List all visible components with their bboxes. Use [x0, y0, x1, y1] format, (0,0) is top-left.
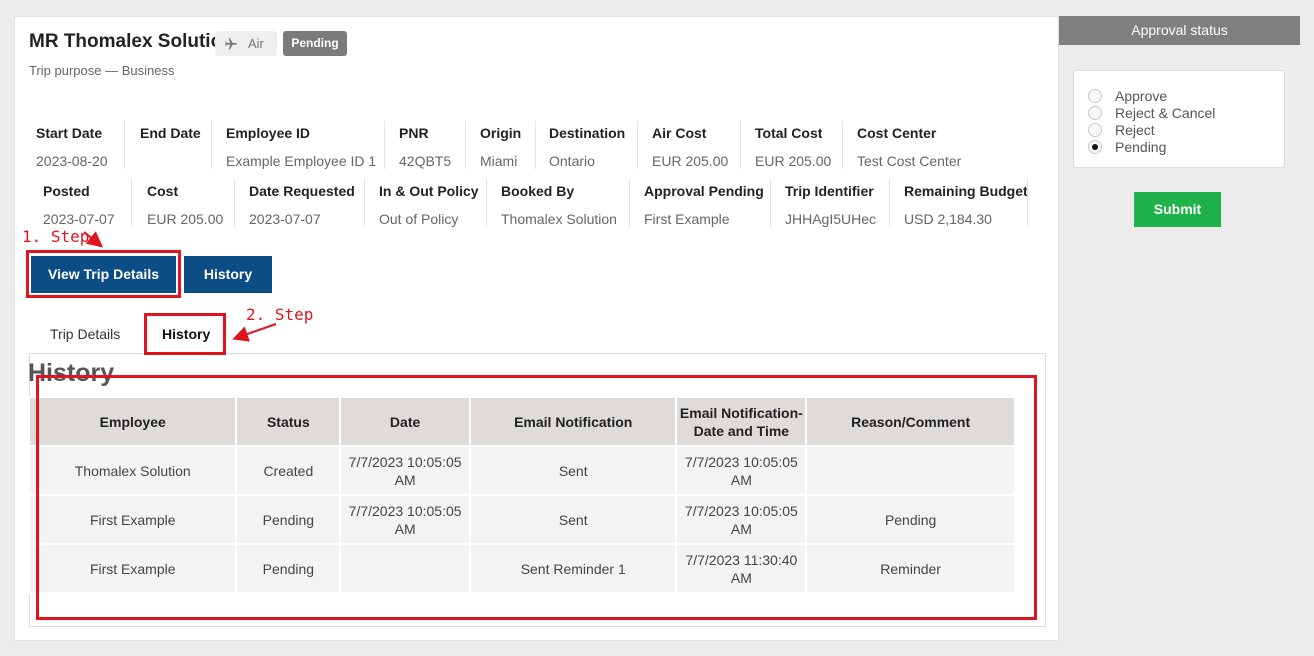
airplane-icon — [225, 37, 237, 49]
field-cost: Cost EUR 205.00 — [147, 183, 224, 227]
field-cost-center: Cost Center Test Cost Center — [857, 125, 962, 169]
field-start-date: Start Date 2023-08-20 — [36, 125, 108, 169]
radio-reject-cancel[interactable]: Reject & Cancel — [1088, 104, 1284, 121]
submit-button[interactable]: Submit — [1134, 192, 1221, 227]
trip-title: MR Thomalex Solution — [29, 31, 234, 52]
field-policy: In & Out Policy Out of Policy — [379, 183, 479, 227]
field-destination: Destination Ontario — [549, 125, 626, 169]
step1-highlight — [26, 250, 181, 298]
step2-highlight — [144, 313, 226, 355]
field-approval-pending: Approval Pending First Example — [644, 183, 764, 227]
status-badge: Pending — [283, 31, 347, 56]
step1-label: 1. Step — [22, 227, 90, 246]
field-posted: Posted 2023-07-07 — [43, 183, 115, 227]
radio-approve[interactable]: Approve — [1088, 87, 1284, 104]
radio-circle-icon[interactable] — [1088, 105, 1102, 120]
field-origin: Origin Miami — [480, 125, 522, 169]
trip-purpose: Trip purpose — Business — [29, 63, 175, 78]
field-date-requested: Date Requested 2023-07-07 — [249, 183, 355, 227]
field-pnr: PNR 42QBT5 — [399, 125, 452, 169]
radio-pending[interactable]: Pending — [1088, 138, 1284, 155]
radio-checked-icon[interactable] — [1088, 139, 1102, 154]
radio-circle-icon[interactable] — [1088, 122, 1102, 137]
approval-panel: Approval status Approve Reject & Cancel … — [1059, 16, 1300, 641]
radio-circle-icon[interactable] — [1088, 88, 1102, 103]
field-trip-identifier: Trip Identifier JHHAgI5UHec — [785, 183, 877, 227]
history-highlight — [36, 375, 1037, 620]
field-remaining-budget: Remaining Budget USD 2,184.30 — [904, 183, 1028, 227]
field-employee-id: Employee ID Example Employee ID 1 — [226, 125, 377, 169]
field-end-date: End Date — [140, 125, 201, 141]
mode-badge: Air — [215, 31, 277, 56]
field-booked-by: Booked By Thomalex Solution — [501, 183, 617, 227]
tab-trip-details[interactable]: Trip Details — [50, 326, 120, 342]
approval-header: Approval status — [1059, 16, 1300, 45]
field-air-cost: Air Cost EUR 205.00 — [652, 125, 729, 169]
mode-badge-label: Air — [248, 36, 264, 51]
approval-options: Approve Reject & Cancel Reject Pending — [1073, 70, 1285, 168]
history-button[interactable]: History — [184, 256, 272, 293]
field-total-cost: Total Cost EUR 205.00 — [755, 125, 832, 169]
step2-label: 2. Step — [246, 305, 314, 324]
radio-reject[interactable]: Reject — [1088, 121, 1284, 138]
